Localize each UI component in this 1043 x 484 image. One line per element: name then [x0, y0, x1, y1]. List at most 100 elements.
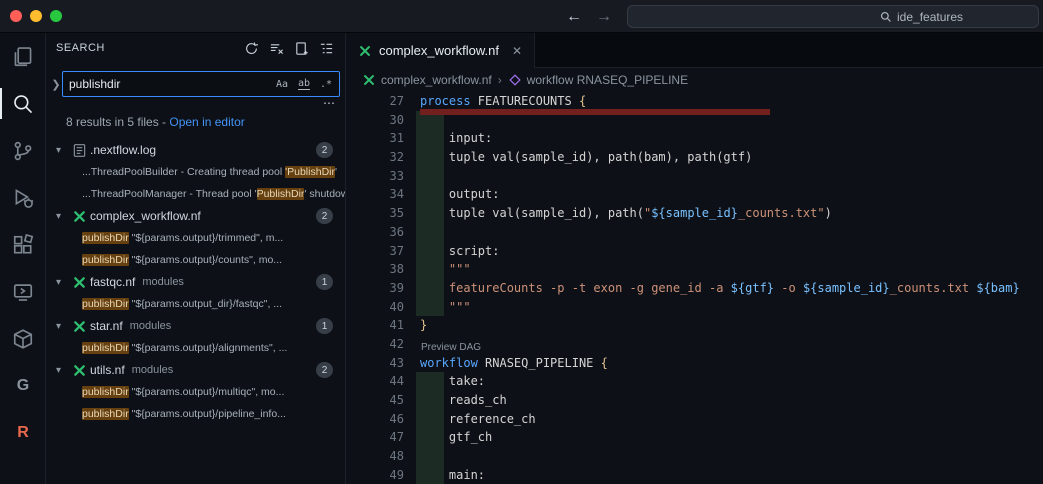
log-file-icon	[72, 143, 87, 158]
zoom-window-button[interactable]	[50, 10, 62, 22]
nextflow-file-icon	[72, 363, 87, 378]
toggle-replace-chevron-icon[interactable]: ❯	[50, 78, 62, 91]
line-number: 42	[346, 335, 412, 354]
result-count-badge: 1	[316, 318, 333, 334]
match-highlight: PublishDir	[257, 188, 305, 200]
match-text: publishDir "${params.output}/trimmed", m…	[82, 232, 283, 244]
chevron-down-icon: ▾	[56, 321, 72, 332]
search-match-row[interactable]: publishDir "${params.output}/multiqc", m…	[46, 381, 345, 403]
line-number: 30	[346, 111, 412, 130]
activity-bar: GR	[0, 33, 46, 484]
search-results-tree: ▾.nextflow.log2 ...ThreadPoolBuilder - Cr…	[46, 139, 345, 425]
breadcrumb-symbol[interactable]: workflow RNASEQ_PIPELINE	[508, 73, 688, 87]
line-number: 37	[346, 242, 412, 261]
breadcrumb-file[interactable]: complex_workflow.nf	[362, 73, 492, 87]
codelens-preview-dag[interactable]: Preview DAG	[421, 343, 481, 353]
match-highlight: publishDir	[82, 298, 129, 310]
search-result-file[interactable]: ▾complex_workflow.nf2	[46, 205, 345, 227]
remote-explorer-icon	[12, 281, 34, 303]
activity-item-explorer[interactable]	[0, 33, 46, 80]
open-in-editor-link[interactable]: Open in editor	[169, 115, 244, 129]
chevron-down-icon: ▾	[56, 211, 72, 222]
file-folder-label: modules	[142, 276, 184, 288]
search-match-row[interactable]: ...ThreadPoolManager - Thread pool 'Publ…	[46, 183, 345, 205]
close-window-button[interactable]	[10, 10, 22, 22]
line-number: 45	[346, 391, 412, 410]
minimize-window-button[interactable]	[30, 10, 42, 22]
search-match-row[interactable]: publishDir "${params.output}/pipeline_in…	[46, 403, 345, 425]
match-text: ...ThreadPoolBuilder - Creating thread p…	[82, 166, 337, 178]
search-input[interactable]	[69, 77, 272, 91]
whole-word-toggle[interactable]: ab	[294, 74, 314, 94]
containers-icon	[12, 328, 34, 350]
file-name: star.nf	[90, 319, 123, 333]
activity-item-run-debug[interactable]	[0, 174, 46, 221]
chevron-down-icon: ▾	[56, 365, 72, 376]
search-result-file[interactable]: ▾fastqc.nfmodules1	[46, 271, 345, 293]
search-result-file[interactable]: ▾.nextflow.log2	[46, 139, 345, 161]
file-folder-label: modules	[130, 320, 172, 332]
match-text: publishDir "${params.output}/multiqc", m…	[82, 386, 284, 398]
code-line: 43workflow RNASEQ_PIPELINE {	[346, 354, 1043, 373]
refresh-button[interactable]	[242, 39, 260, 57]
activity-item-search[interactable]	[0, 80, 46, 127]
line-number: 35	[346, 204, 412, 223]
search-match-row[interactable]: publishDir "${params.output}/trimmed", m…	[46, 227, 345, 249]
breadcrumb: complex_workflow.nf › workflow RNASEQ_PI…	[346, 68, 1043, 92]
activity-item-source-control[interactable]	[0, 127, 46, 174]
line-number: 33	[346, 167, 412, 186]
window-search-field[interactable]: ide_features	[627, 5, 1039, 28]
clear-search-results-button[interactable]	[267, 39, 285, 57]
activity-item-r-language[interactable]: R	[0, 409, 46, 456]
search-match-row[interactable]: publishDir "${params.output}/alignments"…	[46, 337, 345, 359]
tab-complex-workflow[interactable]: complex_workflow.nf ✕	[346, 33, 535, 68]
line-number: 46	[346, 410, 412, 429]
search-match-row[interactable]: ...ThreadPoolBuilder - Creating thread p…	[46, 161, 345, 183]
match-text: ...ThreadPoolManager - Thread pool 'Publ…	[82, 188, 345, 200]
panel-title: SEARCH	[56, 42, 105, 54]
search-result-file[interactable]: ▾ star.nf modules 1	[46, 315, 345, 337]
search-match-row[interactable]: publishDir "${params.output_dir}/fastqc"…	[46, 293, 345, 315]
search-icon	[12, 93, 34, 115]
tab-title: complex_workflow.nf	[379, 43, 499, 58]
nextflow-file-icon	[72, 319, 87, 334]
regex-toggle[interactable]: .*	[316, 74, 336, 94]
code-line: 46 reference_ch	[346, 410, 1043, 429]
code-line: 45 reads_ch	[346, 391, 1043, 410]
match-case-toggle[interactable]: Aa	[272, 74, 292, 94]
close-tab-icon[interactable]: ✕	[512, 44, 522, 58]
line-number: 27	[346, 92, 412, 111]
whole-word-label: ab	[298, 78, 310, 90]
r-language-icon: R	[17, 424, 29, 442]
code-line: 44 take:	[346, 372, 1043, 391]
view-as-tree-button[interactable]	[317, 39, 335, 57]
code-line: 27process FEATURECOUNTS {	[346, 92, 1043, 111]
line-number: 36	[346, 223, 412, 242]
extensions-icon	[12, 234, 34, 256]
code-line: 47 gtf_ch	[346, 428, 1043, 447]
workflow-symbol-icon	[508, 73, 522, 87]
code-line: 36	[346, 223, 1043, 242]
line-number: 49	[346, 466, 412, 484]
gutter-fold-strip	[416, 167, 444, 186]
back-button[interactable]: ←	[566, 8, 582, 26]
activity-item-containers[interactable]	[0, 315, 46, 362]
source-control-icon	[12, 140, 34, 162]
code-line: 37 script:	[346, 242, 1043, 261]
open-new-search-editor-button[interactable]	[292, 39, 310, 57]
line-number: 44	[346, 372, 412, 391]
search-result-file[interactable]: ▾utils.nfmodules2	[46, 359, 345, 381]
view-as-tree-icon	[319, 41, 334, 56]
breadcrumb-symbol-label: workflow RNASEQ_PIPELINE	[527, 73, 688, 87]
activity-item-gitlens[interactable]: G	[0, 362, 46, 409]
search-match-row[interactable]: publishDir "${params.output}/counts", mo…	[46, 249, 345, 271]
code-editor[interactable]: 27process FEATURECOUNTS {3031 input:32 t…	[346, 92, 1043, 484]
chevron-down-icon: ▾	[56, 145, 72, 156]
line-number: 38	[346, 260, 412, 279]
toggle-search-details-button[interactable]: ⋯	[323, 97, 335, 111]
forward-button[interactable]: →	[596, 8, 612, 26]
match-highlight: publishDir	[82, 342, 129, 354]
activity-item-remote-explorer[interactable]	[0, 268, 46, 315]
match-text: publishDir "${params.output}/counts", mo…	[82, 254, 282, 266]
activity-item-extensions[interactable]	[0, 221, 46, 268]
